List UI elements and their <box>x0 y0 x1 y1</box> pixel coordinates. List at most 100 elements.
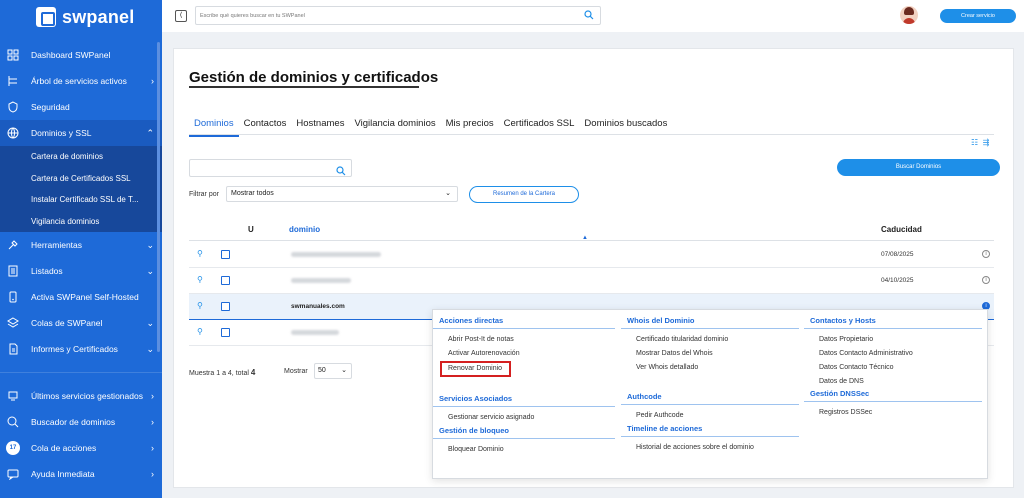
menu-item-ds-records[interactable]: Registros DSSec <box>804 406 982 420</box>
menu-item-owner-data[interactable]: Datos Propietario <box>804 333 982 347</box>
menu-item-admin-contact[interactable]: Datos Contacto Administrativo <box>804 347 982 361</box>
server-icon[interactable]: ⚲ <box>197 301 203 310</box>
row-checkbox[interactable] <box>221 328 230 337</box>
menu-item-enable-autorenew[interactable]: Activar Autorenovación <box>433 347 615 361</box>
section-contacts-hosts: Contactos y Hosts <box>804 316 982 329</box>
avatar[interactable] <box>900 6 918 24</box>
logo[interactable]: swpanel <box>0 0 162 34</box>
column-u[interactable]: U <box>248 225 254 234</box>
chevron-right-icon: › <box>151 391 154 401</box>
search-icon[interactable] <box>584 10 594 22</box>
menu-column-1: Acciones directas Abrir Post-It de notas… <box>433 316 615 457</box>
server-icon[interactable]: ⚲ <box>197 249 203 258</box>
dashboard-icon <box>6 48 20 62</box>
menu-item-show-whois[interactable]: Mostrar Datos del Whois <box>621 347 799 361</box>
menu-item-manage-assigned-service[interactable]: Gestionar servicio asignado <box>433 411 615 425</box>
filter-value: Mostrar todos <box>231 190 274 197</box>
sidebar-item-label: Informes y Certificados <box>31 344 118 354</box>
sidebar-item-domain-search[interactable]: Buscador de dominios › <box>0 409 162 435</box>
menu-item-detailed-whois[interactable]: Ver Whois detallado <box>621 361 799 375</box>
topbar: ⟨ Escribe qué quieres buscar en tu SWPan… <box>162 0 1024 32</box>
report-icon <box>6 342 20 356</box>
sidebar-item-action-queue[interactable]: 17 Cola de acciones › <box>0 435 162 461</box>
info-icon[interactable]: i <box>982 276 990 284</box>
sidebar-subitem-ssl-portfolio[interactable]: Cartera de Certificados SSL <box>0 167 162 189</box>
menu-column-3: Contactos y Hosts Datos Propietario Dato… <box>804 316 982 420</box>
chevron-down-icon: ⌄ <box>341 367 347 374</box>
sidebar-item-security[interactable]: Seguridad <box>0 94 162 120</box>
chevron-up-icon: ⌃ <box>146 127 154 138</box>
title-underline <box>189 86 419 88</box>
row-checkbox[interactable] <box>221 276 230 285</box>
info-icon[interactable]: i <box>982 250 990 258</box>
queue-icon: 17 <box>6 441 20 455</box>
filter-select[interactable]: Mostrar todos ⌄ <box>226 186 458 202</box>
page-size-value: 50 <box>318 367 326 374</box>
chevron-right-icon: › <box>151 443 154 453</box>
sidebar-item-lists[interactable]: Listados ⌄ <box>0 258 162 284</box>
pagination-summary: Muestra 1 a 4, total 4 <box>189 368 255 377</box>
sidebar-item-self-hosted[interactable]: Activa SWPanel Self-Hosted <box>0 284 162 310</box>
page-title: Gestión de dominios y certificados <box>189 69 439 86</box>
domain-search-input[interactable] <box>189 159 352 177</box>
sidebar-item-domains-ssl[interactable]: Dominios y SSL ⌃ <box>0 120 162 146</box>
server-icon[interactable]: ⚲ <box>197 275 203 284</box>
blurred-domain <box>291 252 381 257</box>
sidebar-subitem-domain-monitoring[interactable]: Vigilancia dominios <box>0 210 162 232</box>
sidebar-subitem-install-ssl[interactable]: Instalar Certificado SSL de T... <box>0 189 162 211</box>
global-search-input[interactable]: Escribe qué quieres buscar en tu SWPanel <box>195 6 601 25</box>
sidebar-item-reports[interactable]: Informes y Certificados ⌄ <box>0 336 162 362</box>
globe-search-icon <box>6 415 20 429</box>
menu-item-renew-domain[interactable]: Renovar Dominio <box>440 361 511 377</box>
sidebar-scrollbar[interactable] <box>157 42 160 352</box>
sidebar-item-dashboard[interactable]: Dashboard SWPanel <box>0 42 162 68</box>
menu-item-open-postit[interactable]: Abrir Post-It de notas <box>433 333 615 347</box>
section-whois: Whois del Dominio <box>621 316 799 329</box>
blurred-domain <box>291 330 339 335</box>
chevron-down-icon: ⌄ <box>146 317 154 328</box>
pagination-total: 4 <box>250 368 256 377</box>
menu-item-request-authcode[interactable]: Pedir Authcode <box>621 409 799 423</box>
section-associated-services: Servicios Asociados <box>433 394 615 407</box>
filter-label: Filtrar por <box>189 191 219 198</box>
domain-actions-menu: Acciones directas Abrir Post-It de notas… <box>432 309 988 479</box>
sidebar-item-recent-services[interactable]: Últimos servicios gestionados › <box>0 383 162 409</box>
menu-item-dns-data[interactable]: Datos de DNS <box>804 375 982 389</box>
search-domains-button[interactable]: Buscar Dominios <box>837 159 1000 176</box>
column-domain[interactable]: dominio <box>289 225 320 234</box>
sidebar-item-tools[interactable]: Herramientas ⌄ <box>0 232 162 258</box>
section-timeline: Timeline de acciones <box>621 424 799 437</box>
domain-name[interactable]: swmanuales.com <box>291 303 345 310</box>
search-placeholder: Escribe qué quieres buscar en tu SWPanel <box>200 13 305 19</box>
create-service-button[interactable]: Crear servicio <box>940 9 1016 23</box>
list-view-icon[interactable]: ☷ <box>971 138 978 147</box>
view-toggle: ☷ ⇶ <box>971 138 989 147</box>
server-icon[interactable]: ⚲ <box>197 327 203 336</box>
column-expiry[interactable]: Caducidad <box>881 225 922 234</box>
section-authcode: Authcode <box>621 392 799 405</box>
row-checkbox[interactable] <box>221 302 230 311</box>
collapse-sidebar-icon[interactable]: ⟨ <box>175 10 187 22</box>
sidebar-item-help[interactable]: Ayuda Inmediata › <box>0 461 162 487</box>
logo-icon <box>36 7 56 27</box>
menu-item-action-history[interactable]: Historial de acciones sobre el dominio <box>621 441 799 455</box>
sidebar-item-queues[interactable]: Colas de SWPanel ⌄ <box>0 310 162 336</box>
table-row[interactable]: ⚲ 07/08/2025 i <box>189 242 994 268</box>
filter-view-icon[interactable]: ⇶ <box>983 138 990 147</box>
sidebar-item-label: Últimos servicios gestionados <box>31 391 143 401</box>
menu-item-lock-domain[interactable]: Bloquear Dominio <box>433 443 615 457</box>
list-icon <box>6 264 20 278</box>
row-checkbox[interactable] <box>221 250 230 259</box>
page-size-select[interactable]: 50 ⌄ <box>314 363 352 379</box>
history-icon <box>6 389 20 403</box>
portfolio-summary-button[interactable]: Resumen de la Cartera <box>469 186 579 203</box>
menu-item-ownership-certificate[interactable]: Certificado titularidad dominio <box>621 333 799 347</box>
table-row[interactable]: ⚲ 04/10/2025 i <box>189 268 994 294</box>
blurred-domain <box>291 278 351 283</box>
search-icon[interactable] <box>336 163 346 181</box>
sidebar-item-service-tree[interactable]: Árbol de servicios activos › <box>0 68 162 94</box>
chevron-down-icon: ⌄ <box>146 239 154 250</box>
sidebar-subitem-domain-portfolio[interactable]: Cartera de dominios <box>0 146 162 168</box>
menu-column-2: Whois del Dominio Certificado titularida… <box>621 316 799 455</box>
menu-item-tech-contact[interactable]: Datos Contacto Técnico <box>804 361 982 375</box>
